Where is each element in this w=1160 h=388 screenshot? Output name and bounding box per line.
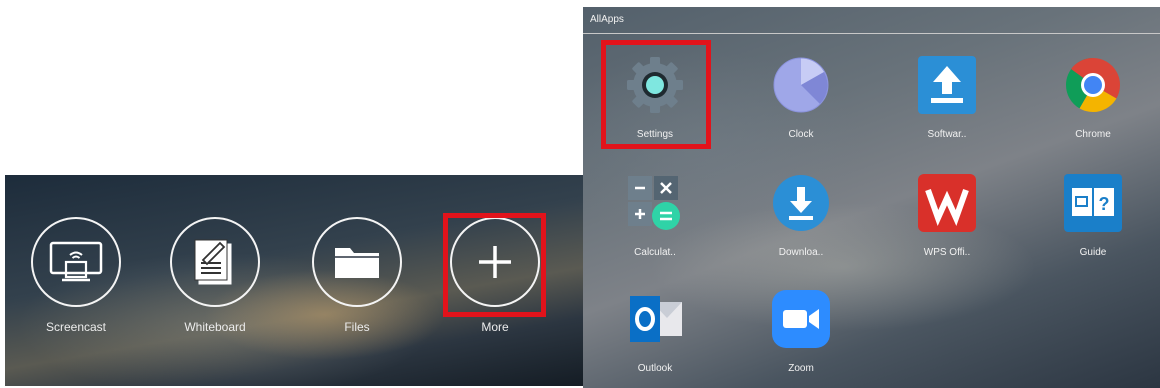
app-clock[interactable]: Clock [741,54,861,140]
app-label-calculator: Calculat.. [634,247,676,258]
zoom-icon [772,290,830,348]
dock-label-screencast: Screencast [45,320,107,334]
guide-book-icon: ? [1064,174,1122,232]
app-calculator[interactable]: Calculat.. [595,172,715,258]
dock-label-files: Files [344,320,370,334]
wps-office-icon [918,174,976,232]
app-label-chrome: Chrome [1075,129,1111,140]
app-label-guide: Guide [1079,247,1107,258]
app-outlook[interactable]: Outlook [595,288,715,374]
app-label-wps: WPS Offi.. [923,247,971,258]
download-icon [773,175,829,231]
app-chrome[interactable]: Chrome [1033,54,1153,140]
app-label-software: Softwar.. [927,129,967,140]
app-label-outlook: Outlook [637,363,673,374]
files-circle[interactable] [312,217,402,307]
app-guide[interactable]: ? Guide [1033,172,1153,258]
settings-highlight-box [601,40,711,149]
app-download[interactable]: Downloa.. [741,172,861,258]
calculator-icon [628,176,680,230]
dock-item-whiteboard[interactable]: Whiteboard [160,217,270,334]
svg-text:?: ? [1099,194,1110,214]
chrome-icon [1066,57,1121,113]
clock-icon [773,57,829,113]
app-software-update[interactable]: Softwar.. [887,54,1007,140]
screencast-circle[interactable] [31,217,121,307]
app-zoom[interactable]: Zoom [741,288,861,374]
launcher-dock-panel: Screencast Whiteboard Files More [5,175,587,386]
whiteboard-circle[interactable] [170,217,260,307]
whiteboard-icon [194,239,232,285]
folder-icon [335,248,379,278]
all-apps-title: AllApps [590,14,624,25]
title-divider [583,33,1160,34]
dock-label-more: More [481,320,509,334]
dock-item-files[interactable]: Files [302,217,412,334]
all-apps-panel: AllApps Settings Clock Softwar.. Chrome … [583,7,1160,388]
more-highlight-box [443,213,546,317]
app-label-clock: Clock [788,129,814,140]
dock-label-whiteboard: Whiteboard [184,320,246,334]
software-update-icon [918,56,976,114]
app-wps-office[interactable]: WPS Offi.. [887,172,1007,258]
screencast-icon [49,241,103,282]
dock-item-screencast[interactable]: Screencast [21,217,131,334]
app-label-download: Downloa.. [778,247,824,258]
app-label-zoom: Zoom [788,363,814,374]
outlook-icon [630,296,682,342]
